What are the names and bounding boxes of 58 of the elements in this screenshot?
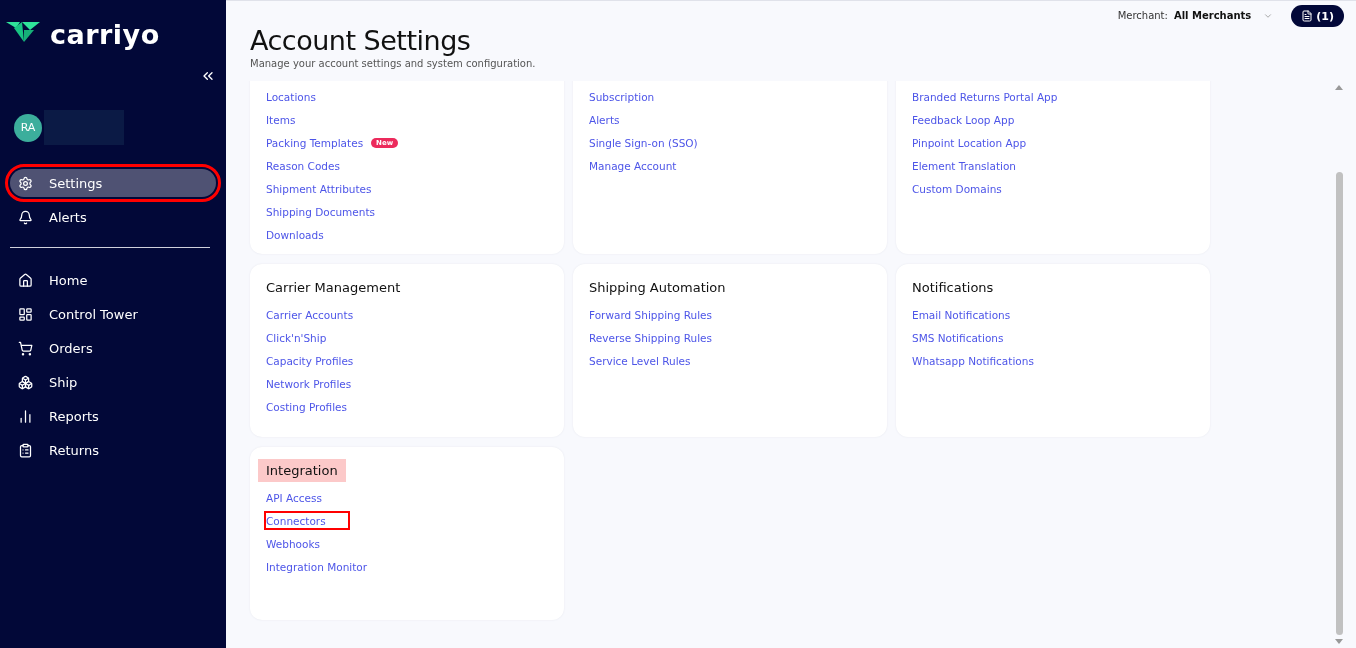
settings-link[interactable]: Click'n'Ship [266,330,327,345]
settings-link[interactable]: Reason Codes [266,158,340,173]
settings-link[interactable]: Forward Shipping Rules [589,307,713,322]
merchant-dropdown[interactable]: All Merchants [1173,10,1274,21]
settings-link[interactable]: Reverse Shipping Rules [589,330,712,345]
merchant-label: Merchant: [1117,10,1168,21]
settings-link[interactable]: Carrier Accounts [266,307,354,322]
user-avatar: RA [14,113,42,142]
page-subtitle: Manage your account settings and system configuration. [250,58,536,69]
bell-icon [18,209,33,225]
settings-link[interactable]: Network Profiles [266,376,352,391]
nav-item[interactable]: Returns [10,436,216,464]
nav-item[interactable]: Reports [10,402,216,430]
settings-link[interactable]: Connectors [266,513,348,528]
bar-chart-icon [18,408,33,424]
notes-button[interactable]: (1) [1291,5,1344,27]
home-icon [18,272,33,288]
settings-link[interactable]: Capacity Profiles [266,353,354,368]
settings-link[interactable]: Branded Returns Portal App [912,89,1058,104]
dashboard-icon [18,306,33,322]
logo-text: carriyo [50,18,160,50]
settings-link[interactable]: Downloads [266,227,324,242]
settings-link[interactable]: Items [266,112,296,127]
settings-icon [18,175,33,191]
page-title: Account Settings [250,25,472,56]
nav-item[interactable]: Orders [10,334,216,362]
nav-item[interactable]: Alerts [10,203,216,231]
settings-link[interactable]: Webhooks [266,536,320,551]
settings-link[interactable]: Alerts [589,112,620,127]
settings-link[interactable]: Subscription [589,89,655,104]
clipboard-icon [18,442,33,458]
nav-item[interactable]: Home [10,266,216,294]
settings-link[interactable]: Manage Account [589,158,677,173]
card-title: Notifications [911,279,995,297]
settings-link[interactable]: Element Translation [912,158,1017,173]
settings-link[interactable]: Email Notifications [912,307,1011,322]
settings-link[interactable]: Packing Templates [266,135,364,150]
settings-link[interactable]: Integration Monitor [266,559,368,574]
card-title: Carrier Management [265,279,402,297]
settings-link[interactable]: Costing Profiles [266,399,348,414]
settings-link[interactable]: Locations [266,89,316,104]
nav-item[interactable]: Ship [10,368,216,396]
settings-link[interactable]: Shipping Documents [266,204,375,219]
card-title: Shipping Automation [588,279,727,297]
card-title: Integration [258,459,346,482]
boxes-icon [18,374,33,390]
settings-link[interactable]: Shipment Attributes [266,181,372,196]
settings-link[interactable]: Single Sign-on (SSO) [589,135,698,150]
settings-link[interactable]: Whatsapp Notifications [912,353,1034,368]
settings-link[interactable]: Feedback Loop App [912,112,1015,127]
document-icon [1301,10,1314,22]
settings-link[interactable]: Pinpoint Location App [912,135,1027,150]
settings-link[interactable]: API Access [266,490,322,505]
settings-link[interactable]: Service Level Rules [589,353,691,368]
nav-item[interactable]: Control Tower [10,300,216,328]
cart-icon [18,340,33,356]
settings-link[interactable]: SMS Notifications [912,330,1004,345]
settings-link[interactable]: Custom Domains [912,181,1002,196]
